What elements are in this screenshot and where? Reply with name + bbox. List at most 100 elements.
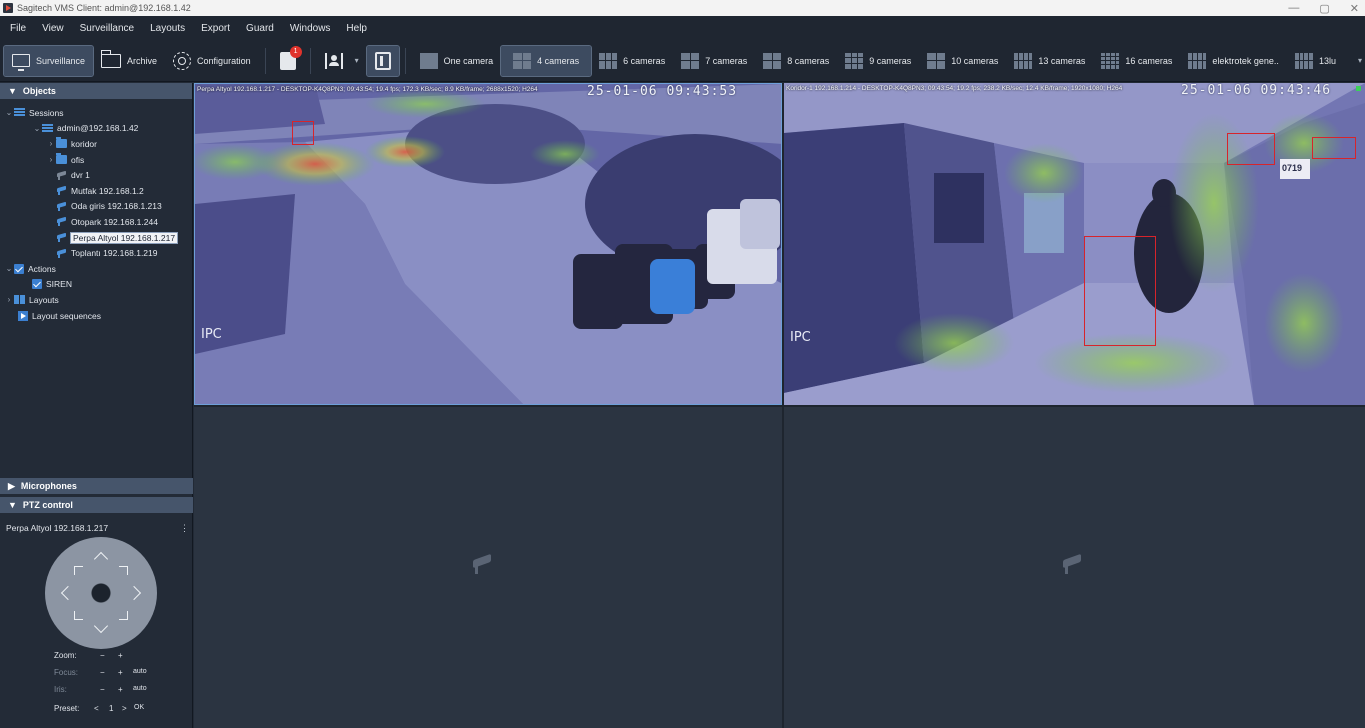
menu-file[interactable]: File (0, 23, 34, 34)
objects-panel-header[interactable]: ▼ Objects (0, 83, 192, 99)
layout-10-icon (927, 52, 946, 69)
tree-camera-dvr[interactable]: dvr 1 (0, 167, 192, 183)
window-controls: — ▢ ✕ (1288, 0, 1359, 16)
focus-auto-button[interactable]: auto (133, 668, 147, 675)
panel-toggle-button[interactable] (365, 44, 400, 77)
preset-ok-button[interactable]: OK (134, 704, 144, 711)
ptz-panel-header[interactable]: ▼ PTZ control (0, 497, 193, 513)
chevron-down-icon[interactable]: ▾ (355, 56, 359, 65)
pan-right-icon[interactable] (126, 585, 142, 601)
camera-tile-empty[interactable] (194, 407, 782, 728)
menu-layouts[interactable]: Layouts (142, 23, 193, 34)
layout-one-camera[interactable]: One camera (412, 46, 502, 76)
tree-folder-ofis[interactable]: › ofis (0, 152, 192, 168)
ptz-joystick[interactable] (45, 537, 157, 649)
menu-view[interactable]: View (34, 23, 72, 34)
menu-help[interactable]: Help (338, 23, 375, 34)
collapsed-chevron-icon[interactable]: › (4, 295, 14, 304)
microphones-panel-header[interactable]: ▶ Microphones (0, 478, 193, 494)
layout-custom2-label: 13lu (1318, 55, 1336, 66)
pan-up-left-icon[interactable] (74, 566, 83, 575)
layout-8-cameras[interactable]: 8 cameras (755, 46, 837, 76)
tree-label: Perpa Altyol 192.168.1.217 (69, 231, 179, 244)
tree-camera-mutfak[interactable]: Mutfak 192.168.1.2 (0, 183, 192, 199)
folder-icon (100, 49, 122, 68)
tree-layouts[interactable]: › Layouts (0, 292, 192, 308)
tree-camera-toplanti[interactable]: Toplantı 192.168.1.219 (0, 245, 192, 261)
focus-minus-button[interactable]: − (100, 668, 105, 677)
layout-16-cameras[interactable]: 16 cameras (1093, 46, 1180, 76)
pan-up-right-icon[interactable] (119, 566, 128, 575)
tree-folder-koridor[interactable]: › koridor (0, 136, 192, 152)
tree-actions[interactable]: ⌄ Actions (0, 261, 192, 277)
camera-icon (56, 249, 67, 258)
tree-layout-sequences[interactable]: Layout sequences (0, 308, 192, 324)
pan-up-icon[interactable] (93, 551, 109, 567)
layout-custom-elektrotek[interactable]: elektrotek gene.. (1180, 46, 1287, 76)
layout-custom-icon (1188, 52, 1207, 69)
archive-label: Archive (127, 55, 158, 66)
tree-server[interactable]: ⌄ admin@192.168.1.42 (0, 121, 192, 137)
camera-tile-empty[interactable] (784, 407, 1365, 728)
pan-down-left-icon[interactable] (74, 611, 83, 620)
camera-icon (56, 202, 67, 211)
tree-action-siren[interactable]: SIREN (0, 277, 192, 293)
ptz-menu-icon[interactable]: ⋮ (180, 523, 189, 534)
iris-minus-button[interactable]: − (100, 685, 105, 694)
layout-custom-icon (1294, 52, 1313, 69)
person-focus-button[interactable]: ▾ (317, 46, 367, 76)
close-button[interactable]: ✕ (1350, 2, 1359, 15)
menu-surveillance[interactable]: Surveillance (72, 23, 142, 34)
collapsed-chevron-icon[interactable]: › (46, 139, 56, 148)
menu-windows[interactable]: Windows (282, 23, 339, 34)
archive-button[interactable]: Archive (93, 46, 165, 76)
layout-4-cameras[interactable]: 4 cameras (500, 44, 593, 77)
zoom-out-button[interactable]: − (100, 651, 105, 660)
layout-7-cameras[interactable]: 7 cameras (673, 46, 755, 76)
collapsed-chevron-icon[interactable]: › (46, 155, 56, 164)
detection-box (1312, 137, 1356, 159)
tree-camera-perpa[interactable]: Perpa Altyol 192.168.1.217 (0, 230, 192, 246)
pan-left-icon[interactable] (60, 585, 76, 601)
tree-camera-otopark[interactable]: Otopark 192.168.1.244 (0, 214, 192, 230)
preset-prev-button[interactable]: < (94, 704, 99, 713)
layout-6-cameras[interactable]: 6 cameras (591, 46, 673, 76)
layout-4-icon (513, 52, 532, 69)
surveillance-button[interactable]: Surveillance (2, 44, 95, 77)
pan-down-icon[interactable] (93, 618, 109, 634)
toolbar-separator (264, 47, 266, 74)
menu-guard[interactable]: Guard (238, 23, 282, 34)
notifications-button[interactable]: 1 (272, 45, 304, 76)
zoom-in-button[interactable]: + (118, 651, 123, 660)
iris-auto-button[interactable]: auto (133, 685, 147, 692)
layout-10-cameras[interactable]: 10 cameras (919, 46, 1006, 76)
tree-camera-oda[interactable]: Oda giris 192.168.1.213 (0, 199, 192, 215)
video-feed-corridor (784, 83, 1365, 405)
more-layouts-chevron-icon[interactable]: ▾ (1358, 56, 1362, 65)
expand-chevron-icon[interactable]: ⌄ (4, 264, 14, 273)
camera-tile-perpa[interactable]: Perpa Altyol 192.168.1.217 - DESKTOP-K4Q… (194, 83, 782, 405)
preset-value[interactable]: 1 (109, 704, 113, 713)
checkbox-icon[interactable] (32, 279, 42, 290)
configuration-button[interactable]: Configuration (165, 46, 259, 76)
pan-down-right-icon[interactable] (119, 611, 128, 620)
expand-chevron-icon[interactable]: ⌄ (4, 108, 14, 117)
camera-osd-label: IPC (201, 327, 222, 342)
toolbar-separator (404, 47, 406, 74)
menu-export[interactable]: Export (193, 23, 238, 34)
iris-plus-button[interactable]: + (118, 685, 123, 694)
camera-tile-koridor[interactable]: Koridor-1 192.168.1.214 - DESKTOP-K4Q8PN… (784, 83, 1365, 405)
folder-icon (56, 153, 67, 165)
layout-9-cameras[interactable]: 9 cameras (837, 46, 919, 76)
layout-13-cameras[interactable]: 13 cameras (1006, 46, 1093, 76)
preset-next-button[interactable]: > (122, 704, 127, 713)
minimize-button[interactable]: — (1288, 2, 1299, 14)
checkbox-icon[interactable] (14, 263, 24, 274)
title-bar: Sagitech VMS Client: admin@192.168.1.42 … (0, 0, 1365, 16)
focus-plus-button[interactable]: + (118, 668, 123, 677)
tree-sessions[interactable]: ⌄ Sessions (0, 105, 192, 121)
restore-button[interactable]: ▢ (1319, 2, 1329, 15)
expand-chevron-icon[interactable]: ⌄ (32, 124, 42, 133)
detection-box (292, 121, 314, 145)
layout-custom-13lu[interactable]: 13lu (1287, 46, 1344, 76)
